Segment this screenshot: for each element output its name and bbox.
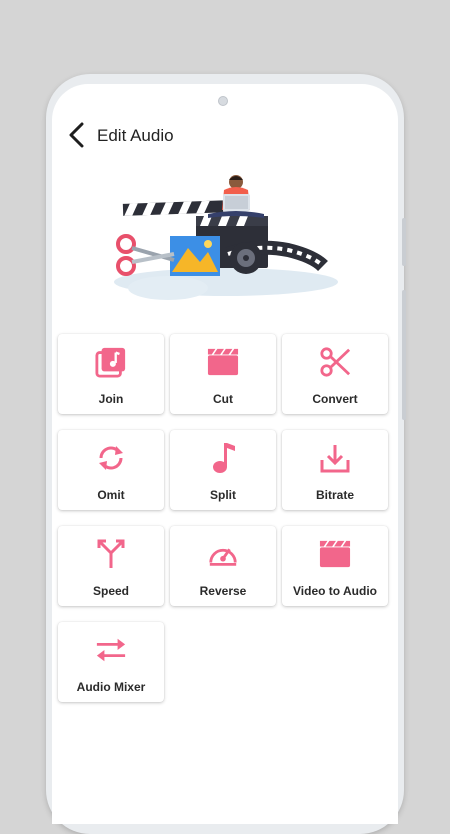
page-title: Edit Audio (97, 126, 174, 145)
tool-speed-button[interactable]: Speed (58, 526, 164, 606)
hero-illustration (114, 175, 338, 300)
tool-audio-mixer-button[interactable]: Audio Mixer (58, 622, 164, 702)
tool-label: Bitrate (315, 488, 354, 502)
refresh-icon (95, 442, 127, 474)
tool-label: Speed (92, 584, 129, 598)
tool-video-to-audio-button[interactable]: Video to Audio (282, 526, 388, 606)
tool-label: Cut (213, 392, 233, 406)
tool-label: Reverse (199, 584, 247, 598)
back-arrow-icon (69, 122, 84, 148)
tool-join-button[interactable]: Join (58, 334, 164, 414)
back-button[interactable] (62, 118, 92, 152)
app-header: Edit Audio (52, 118, 398, 154)
tool-label: Audio Mixer (76, 680, 146, 694)
download-icon (319, 442, 351, 474)
front-camera (218, 96, 228, 106)
swap-arrows-icon (95, 634, 127, 666)
tool-label: Omit (97, 488, 125, 502)
tool-split-button[interactable]: Split (170, 430, 276, 510)
tool-convert-button[interactable]: Convert (282, 334, 388, 414)
app-screen: Edit Audio Join Cut Convert Omit Split B… (52, 84, 398, 824)
phone-side-button (402, 218, 406, 266)
tool-cut-button[interactable]: Cut (170, 334, 276, 414)
tool-label: Split (210, 488, 236, 502)
tool-reverse-button[interactable]: Reverse (170, 526, 276, 606)
tool-label: Convert (312, 392, 358, 406)
movie-icon (319, 538, 351, 570)
tool-omit-button[interactable]: Omit (58, 430, 164, 510)
music-library-icon (95, 346, 127, 378)
speedometer-icon (207, 538, 239, 570)
music-note-icon (207, 442, 239, 474)
scissors-icon (319, 346, 351, 378)
tool-label: Join (98, 392, 124, 406)
tool-label: Video to Audio (293, 584, 377, 598)
phone-volume-button (402, 290, 406, 420)
call-split-icon (95, 538, 127, 570)
tool-bitrate-button[interactable]: Bitrate (282, 430, 388, 510)
clapperboard-icon (207, 346, 239, 378)
